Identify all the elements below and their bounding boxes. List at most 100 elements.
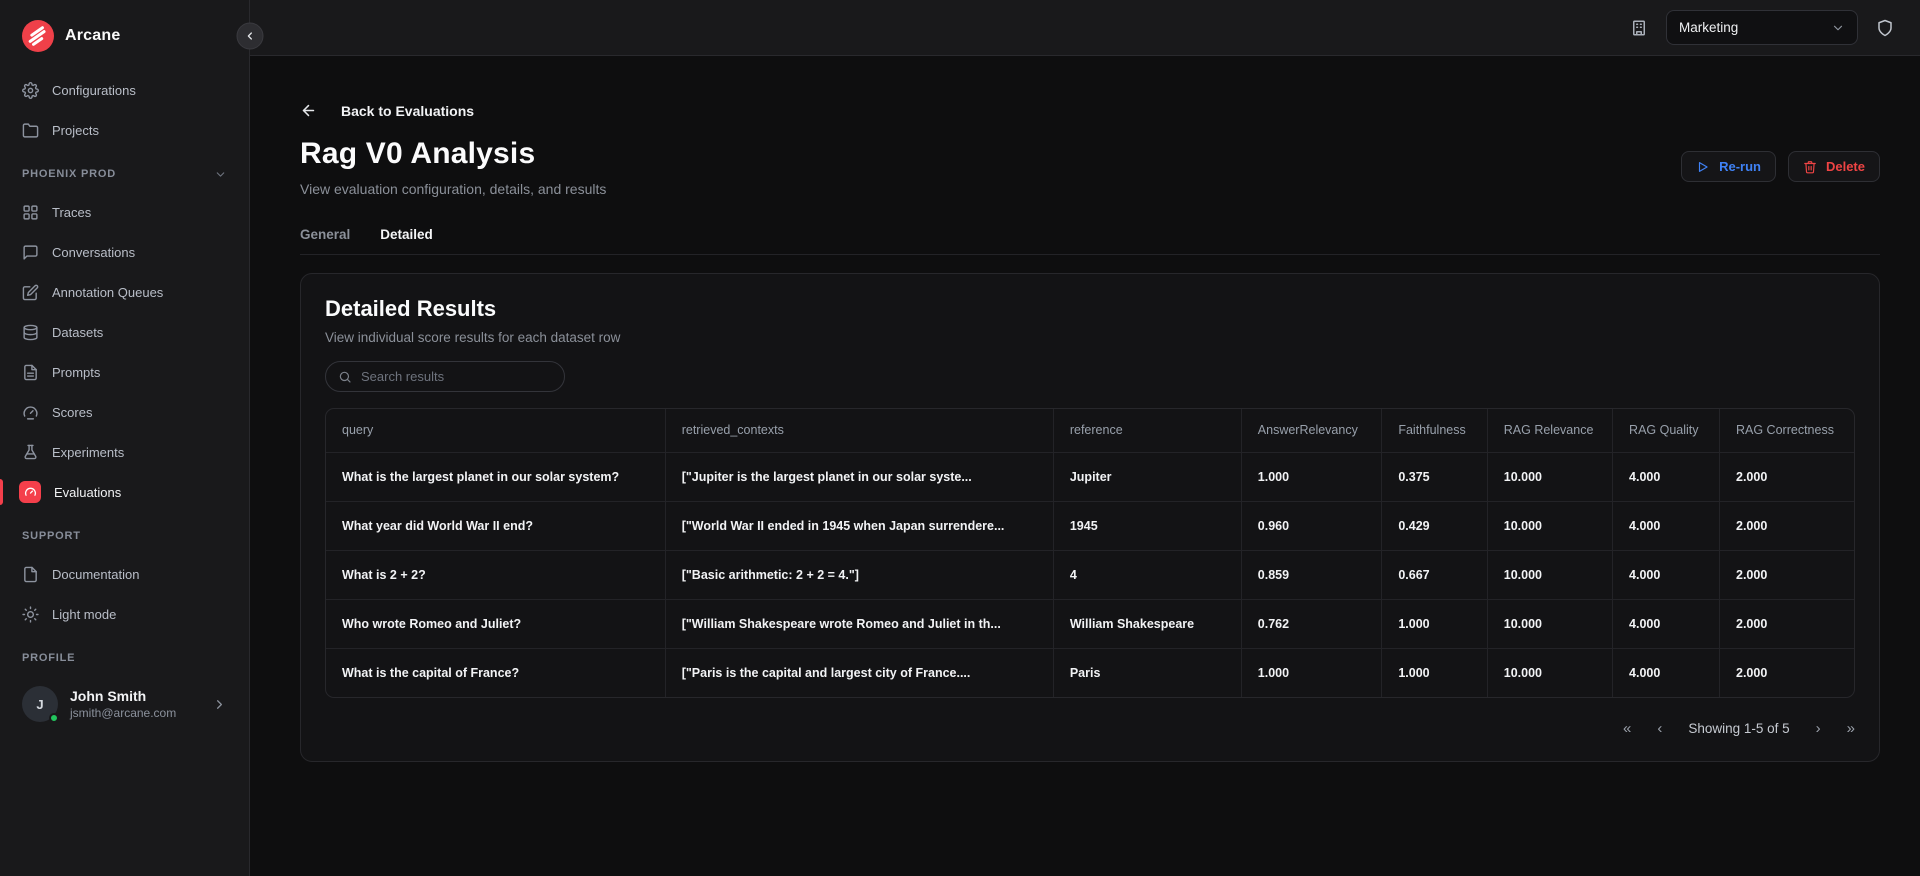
header-actions: Re-run Delete [1681,151,1880,182]
cell-reference: William Shakespeare [1053,598,1242,648]
sidebar-item-conversations[interactable]: Conversations [0,232,249,272]
first-page-icon[interactable]: « [1623,720,1631,737]
sidebar-item-label: Experiments [52,444,125,460]
play-icon [1696,160,1710,174]
sidebar-item-label: Conversations [52,244,136,260]
column-header-answer-relevancy: AnswerRelevancy [1241,409,1383,452]
cell-retrieved-contexts: ["Basic arithmetic: 2 + 2 = 4."] [665,549,1054,599]
sidebar-item-evaluations[interactable]: Evaluations [0,472,249,512]
gauge-icon [22,404,39,421]
last-page-icon[interactable]: » [1847,720,1855,737]
workspace-value: Marketing [1679,20,1739,35]
folder-icon [22,122,39,139]
cell-rag-correctness: 2.000 [1719,647,1854,697]
cell-rag-relevance: 10.000 [1487,647,1614,697]
profile-card[interactable]: J John Smith jsmith@arcane.com [0,676,249,723]
cell-retrieved-contexts: ["William Shakespeare wrote Romeo and Ju… [665,598,1054,648]
back-to-evaluations-link[interactable]: Back to Evaluations [300,102,474,119]
page-header: Rag V0 Analysis View evaluation configur… [300,137,1880,197]
sidebar: Arcane Configurations Projects PHOENIX P… [0,0,250,876]
column-header-retrieved-contexts: retrieved_contexts [665,409,1054,452]
trash-icon [1803,160,1817,174]
profile-name: John Smith [70,688,147,704]
profile-email: jsmith@arcane.com [70,706,177,720]
annotation-icon [22,284,39,301]
avatar: J [22,686,59,723]
arrow-left-icon [300,102,317,119]
tab-general[interactable]: General [300,227,350,254]
cell-answer-relevancy: 0.859 [1241,549,1383,599]
sidebar-item-label: Annotation Queues [52,284,164,300]
arcane-logo-icon [22,20,54,52]
tab-detailed[interactable]: Detailed [380,227,433,254]
sidebar-item-datasets[interactable]: Datasets [0,312,249,352]
sidebar-item-label: Projects [52,122,99,138]
table-row: What year did World War II end? ["World … [326,500,1854,550]
cell-faithfulness: 0.667 [1381,549,1488,599]
table-row: Who wrote Romeo and Juliet? ["William Sh… [326,598,1854,648]
sidebar-item-label: Configurations [52,82,136,98]
cell-rag-correctness: 2.000 [1719,549,1854,599]
sidebar-item-experiments[interactable]: Experiments [0,432,249,472]
section-label: PHOENIX PROD [22,168,116,180]
cell-answer-relevancy: 1.000 [1241,451,1383,501]
grid-icon [22,204,39,221]
sidebar-item-label: Prompts [52,364,101,380]
column-header-reference: reference [1053,409,1242,452]
sidebar-collapse-button[interactable] [236,22,264,50]
cell-faithfulness: 1.000 [1381,647,1488,697]
evaluations-gauge-icon [19,481,41,503]
main-content: Back to Evaluations Rag V0 Analysis View… [250,56,1920,876]
pagination: « ‹ Showing 1-5 of 5 › » [325,720,1855,741]
cell-reference: 1945 [1053,500,1242,550]
brand: Arcane [0,16,249,70]
sidebar-item-configurations[interactable]: Configurations [0,70,249,110]
pagination-label: Showing 1-5 of 5 [1688,721,1790,736]
detailed-results-card: Detailed Results View individual score r… [300,273,1880,762]
previous-page-icon[interactable]: ‹ [1657,720,1662,737]
chevron-right-icon [212,697,227,712]
rerun-button[interactable]: Re-run [1681,151,1776,182]
cell-rag-quality: 4.000 [1612,598,1720,648]
table-row: What is the capital of France? ["Paris i… [326,647,1854,697]
cell-answer-relevancy: 1.000 [1241,647,1383,697]
sidebar-item-projects[interactable]: Projects [0,110,249,150]
section-label: SUPPORT [22,530,81,542]
shield-icon[interactable] [1876,19,1894,37]
sidebar-item-label: Evaluations [54,484,122,500]
table-header-row: query retrieved_contexts reference Answe… [326,409,1854,452]
cell-rag-correctness: 2.000 [1719,500,1854,550]
sidebar-item-prompts[interactable]: Prompts [0,352,249,392]
next-page-icon[interactable]: › [1816,720,1821,737]
cell-rag-relevance: 10.000 [1487,500,1614,550]
delete-button[interactable]: Delete [1787,151,1880,182]
chat-icon [22,244,39,261]
database-icon [22,324,39,341]
sidebar-nav: Configurations Projects PHOENIX PROD Tra… [0,70,249,858]
column-header-rag-correctness: RAG Correctness [1736,423,1834,438]
cell-reference: Jupiter [1053,451,1242,501]
sidebar-item-traces[interactable]: Traces [0,192,249,232]
sidebar-item-label: Traces [52,204,92,220]
sidebar-section-phoenix-prod[interactable]: PHOENIX PROD [0,156,249,192]
sidebar-item-documentation[interactable]: Documentation [0,554,249,594]
rerun-label: Re-run [1719,159,1761,174]
sidebar-item-scores[interactable]: Scores [0,392,249,432]
cell-query: What is the capital of France? [326,647,666,697]
column-header-query: query [326,409,666,452]
search-icon [338,370,352,384]
cell-reference: 4 [1053,549,1242,599]
cell-rag-quality: 4.000 [1612,451,1720,501]
brand-name: Arcane [65,27,121,44]
page-header-text: Rag V0 Analysis View evaluation configur… [300,137,606,197]
prompt-file-icon [22,364,39,381]
tab-bar: General Detailed [300,227,1880,254]
section-label: PROFILE [22,652,76,664]
workspace-select[interactable]: Marketing [1666,10,1858,45]
chevron-down-icon [214,168,227,181]
cell-query: What year did World War II end? [326,500,666,550]
search-input[interactable] [361,369,552,384]
sidebar-item-annotation-queues[interactable]: Annotation Queues [0,272,249,312]
card-subtitle: View individual score results for each d… [325,330,621,345]
sidebar-item-light-mode[interactable]: Light mode [0,594,249,634]
